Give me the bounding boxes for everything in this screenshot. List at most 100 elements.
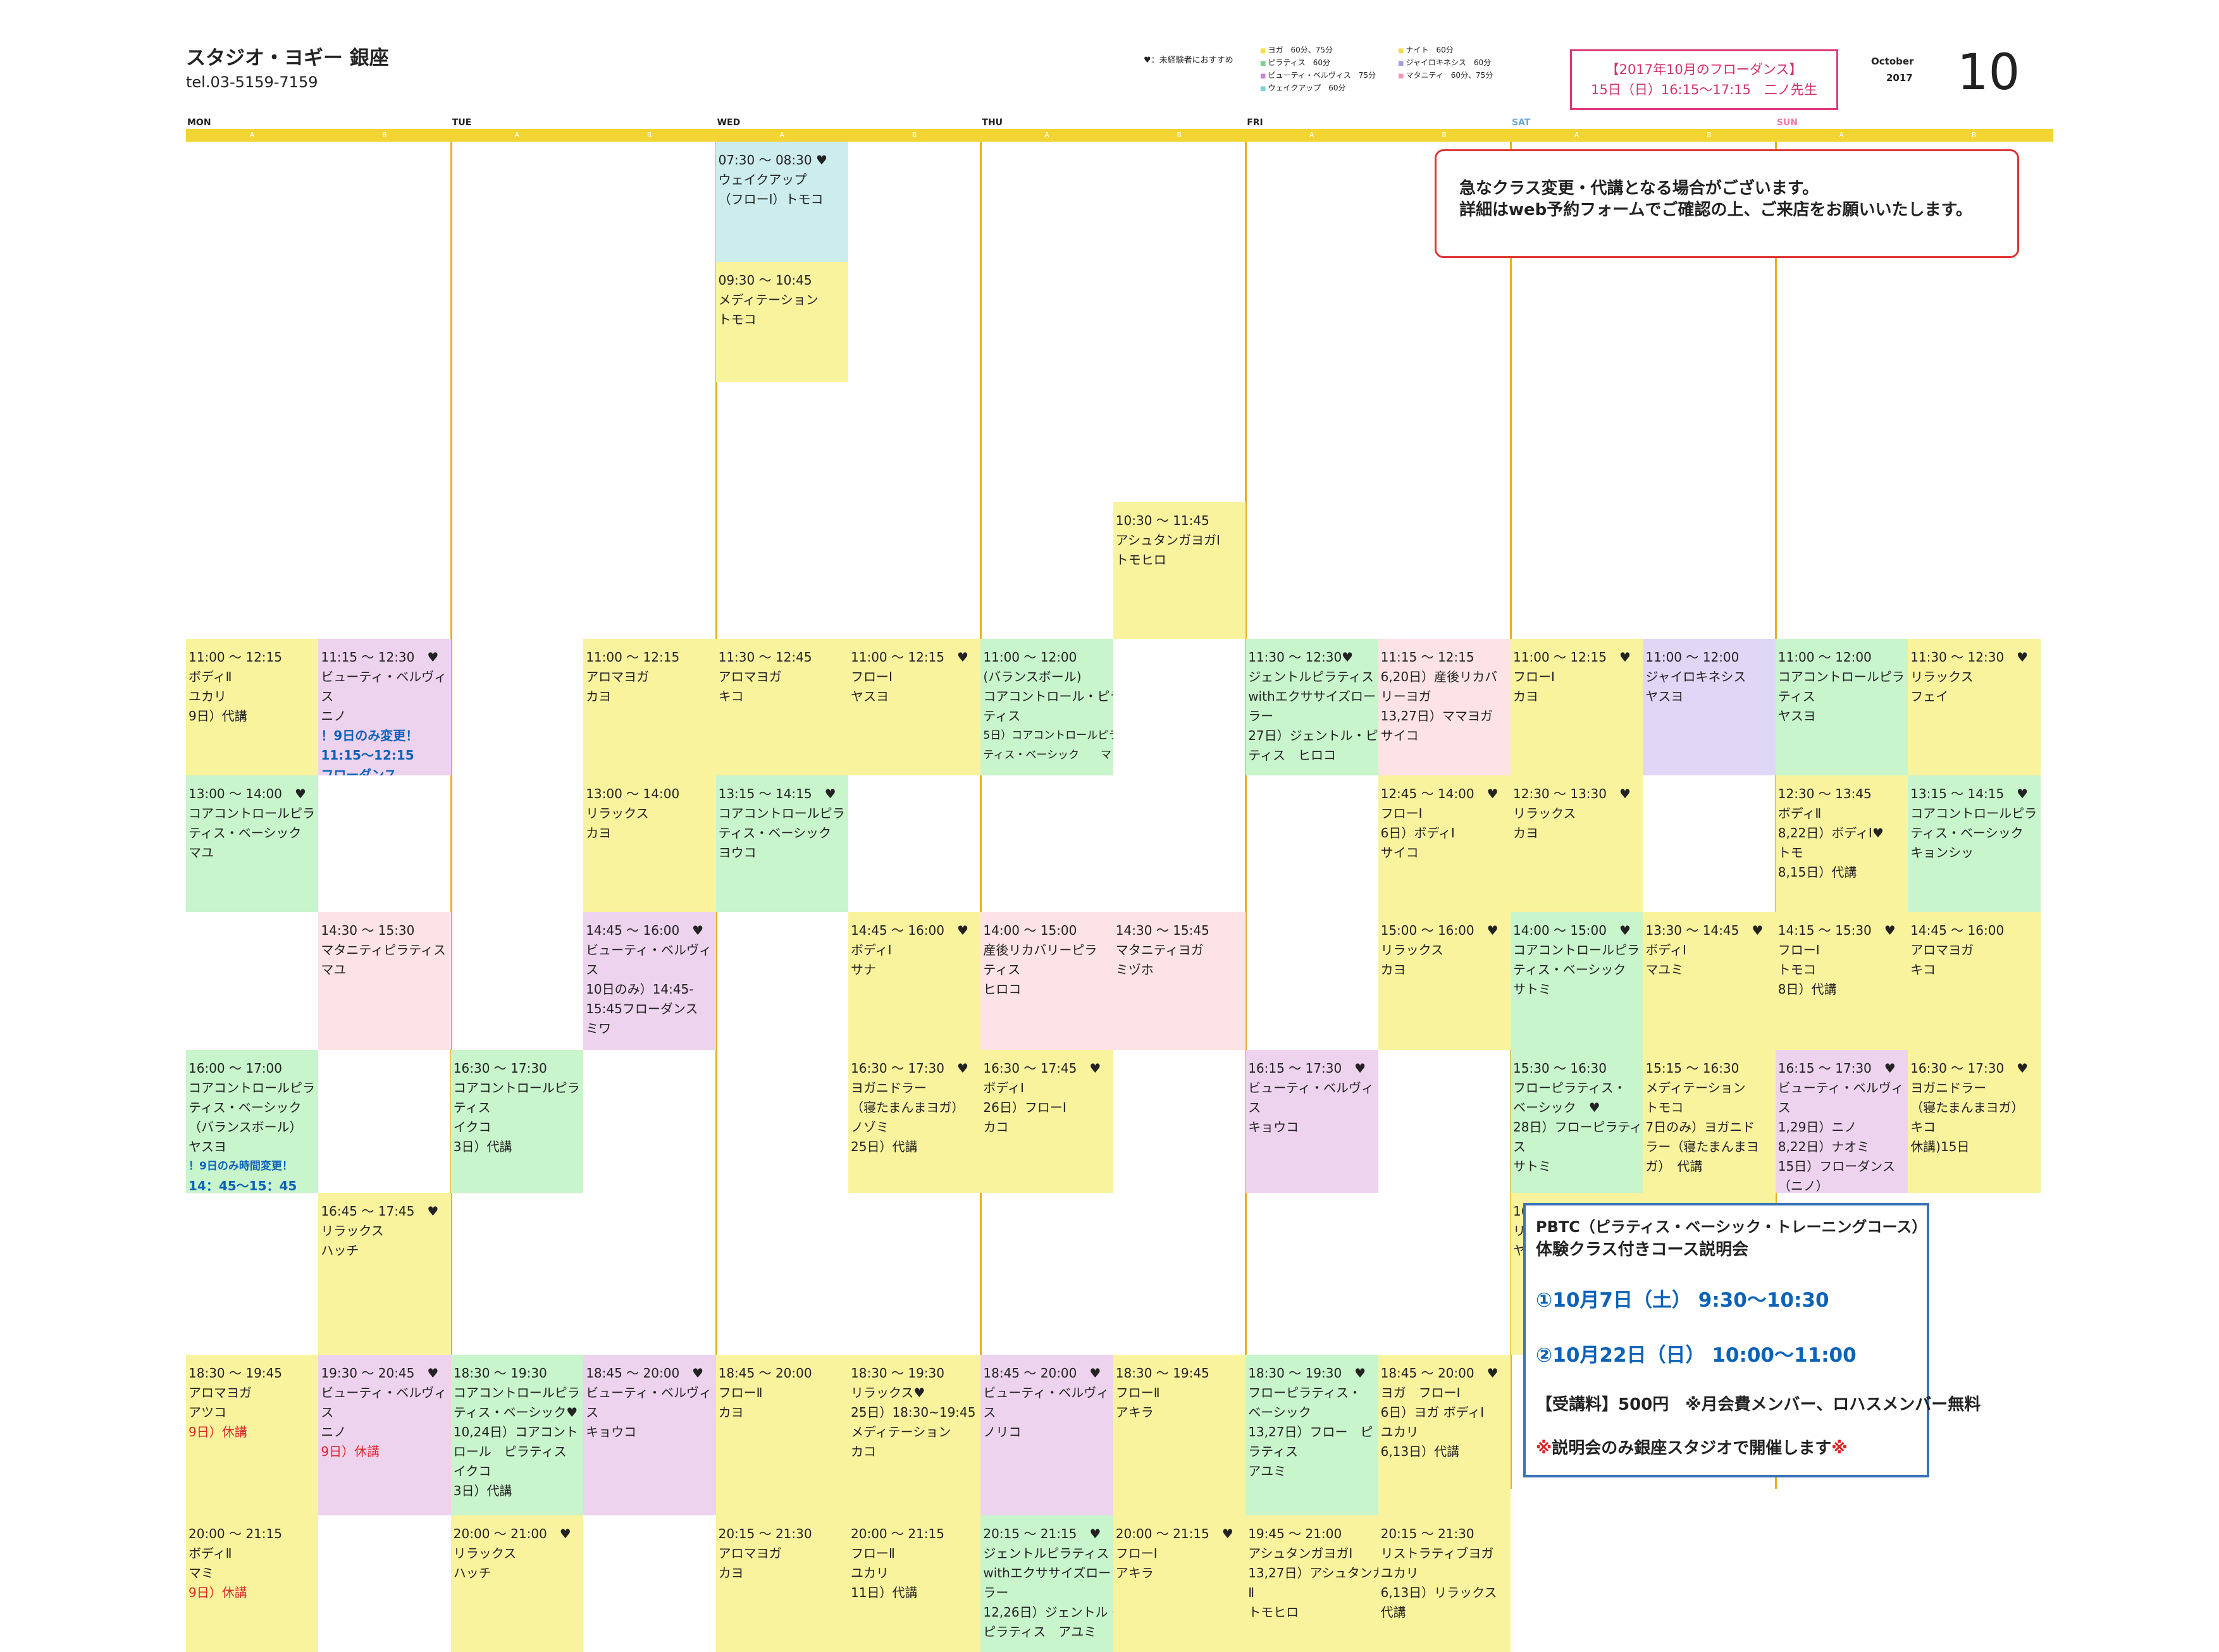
class-cell[interactable]: 16:15 〜 17:30 ♥ ビューティ・ベルヴィスキョウコ (1245, 1050, 1378, 1193)
class-line: 14:00 〜 15:00 ♥ (1513, 923, 1631, 938)
class-line: ス (1513, 1139, 1526, 1154)
class-line: ス (983, 1405, 996, 1420)
class-cell[interactable]: 18:30 〜 19:30 ♥ フローピラティス・ ベーシック 13,27日）フロー … (1245, 1355, 1378, 1515)
legend-label: ナイト 60分 (1406, 46, 1454, 54)
class-cell[interactable]: 11:00 〜 12:00 ジャイロキネシス ヤスヨ (1643, 639, 1776, 775)
class-line: カヨ (718, 1565, 744, 1581)
pbtc-info-box: PBTC（ピラティス・ベーシック・トレーニングコース） 体験クラス付きコース説明… (1523, 1203, 1981, 1477)
class-cell[interactable]: 18:30 〜 19:30 リラックス♥ 25日）18:30~19:45 メディテーシ… (848, 1355, 981, 1515)
class-cell[interactable]: 09:30 〜 10:45 メディテーション トモコ (715, 262, 848, 382)
class-cell[interactable]: 11:00 〜 12:15 ボディⅡ ユカリ 9日）代講 (186, 639, 319, 775)
class-cell[interactable]: 18:30 〜 19:45 フローⅡ アキラ (1113, 1355, 1246, 1515)
class-line: ベーシック ♥ (1513, 1100, 1600, 1115)
class-line: （ニノ） (1777, 1178, 1829, 1193)
class-cell[interactable]: 18:45 〜 20:00 ♥ ヨガ フローⅠ 6日）ヨガ ボディⅠ ユカリ 6,13日… (1378, 1355, 1511, 1515)
class-cell[interactable]: 20:00 〜 21:00 ♥ リラックス ハッチ (450, 1515, 584, 1652)
class-line: アユミ (1248, 1464, 1287, 1479)
class-cell[interactable]: 11:15 〜 12:30 ♥ ビューティ・ベルヴィスニノ ！9日のみ変更！ 11:1… (318, 639, 451, 775)
class-line: 6,13日）リラックス (1380, 1585, 1497, 1600)
class-cell[interactable]: 11:00 〜 12:15 アロマヨガ カヨ (583, 639, 716, 775)
class-cell[interactable]: 13:15 〜 14:15 ♥ コアコントロールピラ ティス・ベーシック ヨウコ (715, 775, 848, 912)
class-cell[interactable]: 16:30 〜 17:45 ♥ ボディⅠ 26日）フローⅠ カコ (980, 1050, 1113, 1193)
legend-swatch: ■ (1260, 73, 1266, 80)
class-cell[interactable]: 11:15 〜 12:15 6,20日）産後リカバ リーヨガ 13,27日）ママヨガサ… (1378, 639, 1511, 775)
class-line: ユカリ (1380, 1565, 1419, 1581)
class-cell[interactable]: 15:30 〜 16:30 フローピラティス・ ベーシック ♥ 28日）フローピラティ… (1511, 1050, 1643, 1193)
class-line: （バランスボール） (189, 1119, 302, 1135)
class-cell[interactable]: 12:30 〜 13:45 ボディⅡ 8,22日）ボディⅠ♥ トモ 8,15日）代講 (1775, 775, 1908, 912)
class-cell[interactable]: 14:45 〜 16:00 ♥ ボディⅠ サナ (848, 912, 981, 1050)
class-line: 6,20日）産後リカバ (1380, 669, 1498, 684)
class-cell[interactable]: 20:00 〜 21:15 ボディⅡ マミ 9日）休講 (186, 1515, 319, 1652)
class-cell[interactable]: 20:00 〜 21:15 ♥ フローⅠ アキラ (1113, 1515, 1246, 1652)
legend-item: ■ ウェイクアップ 60分 (1260, 82, 1345, 93)
class-line: 5日）コアコントロールピラ (983, 729, 1113, 742)
class-cell[interactable]: 15:00 〜 16:00 ♥ リラックス カヨ (1378, 912, 1511, 1050)
class-cell[interactable]: 11:00 〜 12:00 コアコントロールピラ ティス ヤスヨ (1775, 639, 1908, 775)
studio-label: B (1971, 131, 1977, 139)
class-cell[interactable]: 18:45 〜 20:00 フローⅡ カヨ (715, 1355, 848, 1515)
class-cell[interactable]: 11:30 〜 12:30 ♥ リラックス フェイ (1908, 639, 2041, 775)
class-line: サトミ (1513, 1159, 1551, 1174)
class-cell[interactable]: 14:00 〜 15:00 産後リカバリーピラ ティス ヒロコ (980, 912, 1113, 1050)
class-cell[interactable]: 18:30 〜 19:45 アロマヨガ アツコ 9日）休講 (186, 1355, 319, 1515)
class-cell[interactable]: 14:30 〜 15:45 マタニティヨガ ミヅホ (1113, 912, 1246, 1050)
class-cell[interactable]: 13:00 〜 14:00 ♥ コアコントロールピラ ティス・ベーシック マユ (186, 775, 319, 912)
class-cell[interactable]: 19:45 〜 21:00 アシュタンガヨガⅠ 13,27日）アシュタンガ Ⅱ トモヒロ (1245, 1515, 1378, 1652)
class-cell[interactable]: 19:30 〜 20:45 ♥ ビューティ・ベルヴィスニノ 9日）休講 (318, 1355, 451, 1515)
class-cell[interactable]: 13:15 〜 14:15 ♥ コアコントロールピラ ティス・ベーシック キョンシッ (1908, 775, 2041, 912)
class-cell[interactable]: 16:30 〜 17:30 ♥ ヨガニドラー （寝たまんまヨガ） キコ 休講)15日 (1908, 1050, 2041, 1193)
class-line: ジャイロキネシス (1645, 669, 1746, 684)
class-line: 11:00 〜 12:15 (586, 650, 680, 665)
class-cell[interactable]: 13:00 〜 14:00 リラックス カヨ (583, 775, 716, 912)
class-cell[interactable]: 15:15 〜 16:30 メディテーション トモコ 7日のみ）ヨガニド ラー（寝たまん… (1643, 1050, 1776, 1193)
class-line: メディテーション (1645, 1080, 1746, 1095)
class-line: ティス・ベーシック (189, 825, 302, 841)
class-cell[interactable]: 14:15 〜 15:30 ♥ フローⅠ トモコ 8日）代講 (1775, 912, 1908, 1050)
class-line: フローダンス (321, 767, 397, 775)
class-cell[interactable]: 18:45 〜 20:00 ♥ ビューティ・ベルヴィスノリコ (980, 1355, 1113, 1515)
class-cell[interactable]: 14:00 〜 15:00 ♥ コアコントロールピラ ティス・ベーシック サトミ (1511, 912, 1643, 1050)
class-cell[interactable]: 16:45 〜 17:45 ♥ リラックス ハッチ (318, 1193, 451, 1355)
class-line: ヤスヨ (1777, 708, 1816, 724)
class-cell[interactable]: 07:30 〜 08:30 ♥ ウェイクアップ （フローⅠ）トモコ (715, 142, 848, 262)
class-cell[interactable]: 20:00 〜 21:15 フローⅡ ユカリ 11日）代講 (848, 1515, 981, 1652)
class-cell[interactable]: 18:30 〜 19:30 コアコントロールピラ ティス・ベーシック♥ 10,24日）… (450, 1355, 584, 1515)
class-line: ヨガニドラー (851, 1080, 927, 1095)
class-cell[interactable]: 12:30 〜 13:30 ♥ リラックス カヨ (1511, 775, 1643, 912)
class-line: 20:00 〜 21:15 ♥ (1115, 1526, 1233, 1541)
class-line: 18:30 〜 19:45 (1115, 1365, 1209, 1381)
class-line: ヨウコ (718, 845, 757, 860)
legend-item: ■ マタニティ 60分、75分 (1398, 70, 1493, 80)
class-line: 20:15 〜 21:30 (718, 1526, 812, 1541)
class-cell[interactable]: 12:45 〜 14:00 ♥ フローⅠ 6日）ボディⅠ サイコ (1378, 775, 1511, 912)
class-cell[interactable]: 11:00 〜 12:15 ♥ フローⅠ カヨ (1511, 639, 1643, 775)
class-cell[interactable]: 11:30 〜 12:45 アロマヨガ キコ (715, 639, 848, 775)
class-cell[interactable]: 11:00 〜 12:00 (バランスボール) コアコントロール・ピラ ティス 5日）コ… (980, 639, 1113, 775)
class-line: キコ (1910, 962, 1936, 977)
class-cell[interactable]: 20:15 〜 21:30 アロマヨガ カヨ (715, 1515, 848, 1652)
class-line: 1,29日）ニノ (1777, 1119, 1857, 1135)
class-cell[interactable]: 16:30 〜 17:30 コアコントロールピラ ティス イクコ 3日）代講 (450, 1050, 584, 1193)
class-cell[interactable]: 20:15 〜 21:30 リストラティブヨガ ユカリ 6,13日）リラックス 代講 (1378, 1515, 1511, 1652)
class-line: ス (586, 1405, 599, 1420)
class-cell[interactable]: 20:15 〜 21:15 ♥ ジェントルピラティス withエクササイズロー ラー 1… (980, 1515, 1113, 1652)
class-line: トモコ (718, 312, 757, 327)
class-cell[interactable]: 11:00 〜 12:15 ♥ フローⅠ ヤスヨ (848, 639, 981, 775)
class-cell[interactable]: 13:30 〜 14:45 ♥ ボディⅠ マユミ (1643, 912, 1776, 1050)
class-line: 07:30 〜 08:30 ♥ (718, 152, 827, 168)
class-cell[interactable]: 14:45 〜 16:00 アロマヨガ キコ (1908, 912, 2041, 1050)
class-line: 18:30 〜 19:30 (851, 1365, 944, 1381)
class-cell[interactable]: 14:30 〜 15:30 マタニティピラティス マユ (318, 912, 451, 1050)
class-cell[interactable]: 14:45 〜 16:00 ♥ ビューティ・ベルヴィス 10日のみ）14:45- 15… (583, 912, 716, 1050)
class-cell[interactable]: 18:45 〜 20:00 ♥ ビューティ・ベルヴィスキョウコ (583, 1355, 716, 1515)
class-cell[interactable]: 16:15 〜 17:30 ♥ ビューティ・ベルヴィス 1,29日）ニノ 8,22日）… (1775, 1050, 1908, 1193)
class-cell[interactable]: 16:00 〜 17:00 コアコントロールピラ ティス・ベーシック （バランスボール… (186, 1050, 319, 1193)
class-line: 11:30 〜 12:30 ♥ (1910, 650, 2029, 665)
class-cell[interactable]: 16:30 〜 17:30 ♥ ヨガニドラー （寝たまんまヨガ） ノゾミ 25日）代講 (848, 1050, 981, 1193)
class-cell[interactable]: 11:30 〜 12:30♥ ジェントルピラティス withエクササイズロー ラー 27… (1245, 639, 1378, 775)
class-line: フローⅡ (1115, 1385, 1160, 1400)
legend-item: ■ ナイト 60分 (1398, 44, 1454, 55)
class-cell[interactable]: 10:30 〜 11:45 アシュタンガヨガⅠ トモヒロ (1113, 502, 1246, 639)
class-line: 13:00 〜 14:00 (586, 786, 680, 801)
